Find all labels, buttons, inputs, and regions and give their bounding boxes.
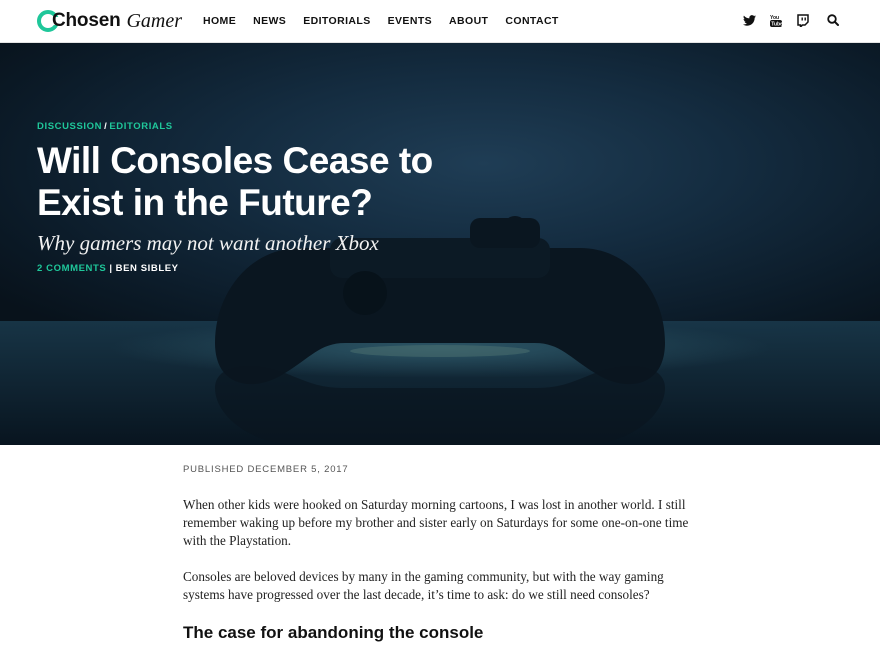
post-categories: DISCUSSION / EDITORIALS [37,121,477,133]
logo-word-gamer: Gamer [126,9,183,32]
youtube-icon[interactable]: You Tube [769,13,783,27]
post-subtitle: Why gamers may not want another Xbox [37,231,379,255]
article-paragraph-1: When other kids were hooked on Saturday … [183,497,689,548]
hero-banner: DISCUSSION / EDITORIALS Will Consoles Ceas… [0,43,880,445]
twitch-icon[interactable] [796,13,810,27]
nav-contact[interactable]: CONTACT [505,14,558,28]
meta-separator: | [109,263,113,274]
article-body: PUBLISHED DECEMBER 5, 2017 When other ki… [183,464,703,644]
nav-editorials[interactable]: EDITORIALS [303,14,370,28]
svg-text:Tube: Tube [771,21,782,26]
nav-news[interactable]: NEWS [253,14,286,28]
article-paragraph-2: Consoles are beloved devices by many in … [183,569,664,602]
comments-link[interactable]: 2 COMMENTS [37,263,106,274]
post-meta: 2 COMMENTS | BEN SIBLEY [37,263,477,275]
main-nav: HOME NEWS EDITORIALS EVENTS ABOUT CONTAC… [203,14,576,28]
section-heading: The case for abandoning the console [183,623,484,642]
published-date: PUBLISHED DECEMBER 5, 2017 [183,464,349,475]
hero-text: DISCUSSION / EDITORIALS Will Consoles Ceas… [37,121,477,275]
category-separator: / [104,121,108,132]
logo-word-chosen: Chosen [52,10,121,31]
site-header: Chosen Gamer HOME NEWS EDITORIALS EVENTS… [0,0,880,43]
site-logo[interactable]: Chosen Gamer [37,9,182,33]
twitter-icon[interactable] [742,13,756,27]
social-icons: You Tube [742,13,853,27]
post-title: Will Consoles Cease to Exist in the Futu… [37,140,433,223]
search-icon[interactable] [826,13,840,27]
category-discussion[interactable]: DISCUSSION [37,121,102,132]
author-link[interactable]: BEN SIBLEY [116,263,179,274]
nav-home[interactable]: HOME [203,14,236,28]
category-editorials[interactable]: EDITORIALS [109,121,172,132]
nav-about[interactable]: ABOUT [449,14,488,28]
nav-events[interactable]: EVENTS [388,14,432,28]
